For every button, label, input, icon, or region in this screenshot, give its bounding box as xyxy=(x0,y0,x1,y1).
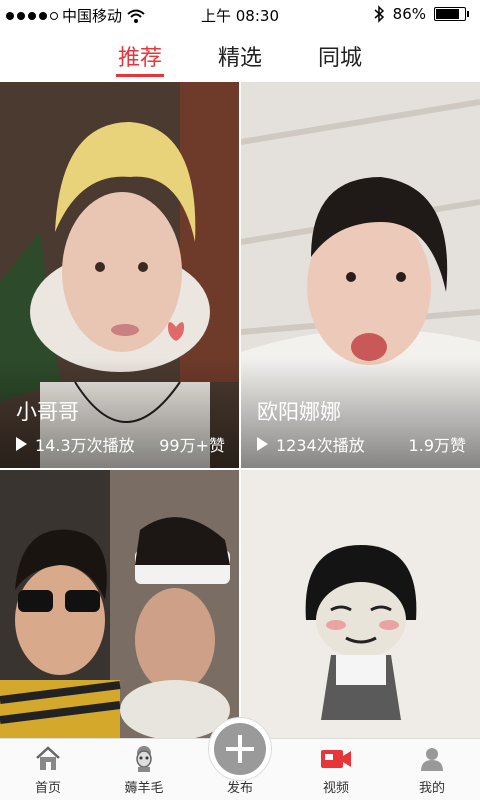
user-icon xyxy=(421,748,443,771)
card-title: 欧阳娜娜 xyxy=(257,400,341,424)
video-card[interactable] xyxy=(0,470,239,738)
battery-icon xyxy=(434,7,469,21)
top-tabs: 推荐 精选 同城 xyxy=(0,30,480,80)
video-card[interactable]: 小哥哥 14.3万次播放 99万+赞 xyxy=(0,82,239,468)
card-meta: 1234次播放 1.9万赞 xyxy=(257,432,466,456)
nav-home[interactable]: 首页 xyxy=(0,739,96,800)
bottom-nav: 首页 薅羊毛 发布 视频 我的 xyxy=(0,717,480,800)
play-count: 1234次播放 xyxy=(276,436,365,455)
status-right: 86% xyxy=(373,5,469,23)
nav-profile[interactable]: 我的 xyxy=(384,739,480,800)
play-icon xyxy=(257,437,268,451)
bluetooth-icon xyxy=(374,5,384,23)
play-icon xyxy=(16,437,27,451)
tab-recommend[interactable]: 推荐 xyxy=(115,30,165,80)
like-count: 99万+赞 xyxy=(159,436,225,455)
card-meta: 14.3万次播放 99万+赞 xyxy=(16,432,225,456)
video-grid: 小哥哥 14.3万次播放 99万+赞 欧阳娜娜 1234次播放 1.9万赞 xyxy=(0,82,480,738)
plus-icon xyxy=(214,723,266,775)
like-count: 1.9万赞 xyxy=(408,436,466,455)
nav-label: 我的 xyxy=(418,781,445,796)
video-icon xyxy=(321,750,351,768)
publish-button[interactable] xyxy=(208,717,272,781)
battery-fill xyxy=(436,9,459,19)
nav-label: 视频 xyxy=(322,781,349,796)
status-bar: 中国移动 上午 08:30 86% xyxy=(0,0,480,30)
nav-label: 薅羊毛 xyxy=(124,781,164,796)
video-card[interactable]: 欧阳娜娜 1234次播放 1.9万赞 xyxy=(241,82,480,468)
video-card[interactable] xyxy=(241,470,480,738)
video-thumbnail xyxy=(0,470,239,738)
play-count: 14.3万次播放 xyxy=(35,436,135,455)
video-thumbnail xyxy=(241,470,480,738)
nav-video[interactable]: 视频 xyxy=(288,739,384,800)
nav-sheep[interactable]: 薅羊毛 xyxy=(96,739,192,800)
home-icon xyxy=(36,746,60,770)
battery-percent: 86% xyxy=(392,5,426,23)
sheep-icon xyxy=(136,746,152,772)
nav-publish[interactable]: 发布 xyxy=(192,717,288,800)
card-title: 小哥哥 xyxy=(16,400,79,424)
tab-featured[interactable]: 精选 xyxy=(218,30,262,80)
tab-local[interactable]: 同城 xyxy=(318,30,362,80)
nav-label: 首页 xyxy=(34,781,61,796)
